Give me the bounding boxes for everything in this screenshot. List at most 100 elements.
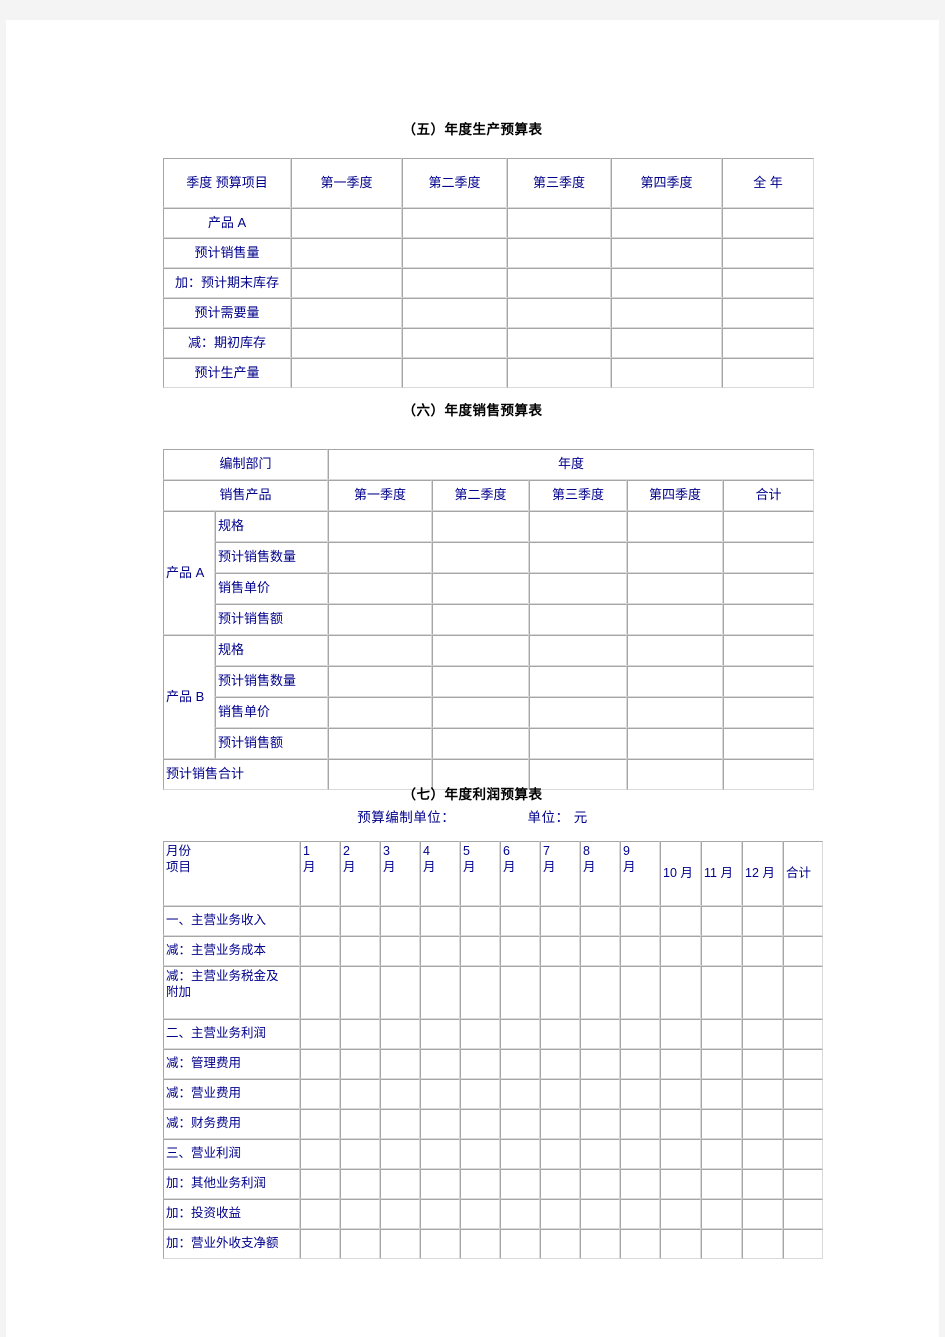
t3-cell-10-6[interactable] bbox=[540, 1229, 580, 1259]
t3-cell-9-1[interactable] bbox=[340, 1199, 380, 1229]
t3-cell-8-5[interactable] bbox=[500, 1169, 540, 1199]
t3-cell-1-5[interactable] bbox=[500, 936, 540, 966]
t1-cell-4-1[interactable] bbox=[402, 328, 507, 358]
t3-cell-0-11[interactable] bbox=[742, 906, 783, 936]
t2-cell-b1-0[interactable] bbox=[328, 666, 433, 697]
t3-cell-2-5[interactable] bbox=[500, 966, 540, 1019]
t3-cell-9-11[interactable] bbox=[742, 1199, 783, 1229]
t2-cell-b2-2[interactable] bbox=[529, 697, 628, 728]
t3-cell-7-12[interactable] bbox=[783, 1139, 823, 1169]
t3-cell-8-6[interactable] bbox=[540, 1169, 580, 1199]
t3-cell-6-0[interactable] bbox=[300, 1109, 340, 1139]
t3-cell-3-2[interactable] bbox=[380, 1019, 420, 1049]
t3-cell-0-6[interactable] bbox=[540, 906, 580, 936]
t2-cell-a1-4[interactable] bbox=[723, 542, 815, 573]
t1-cell-5-2[interactable] bbox=[507, 358, 611, 388]
t2-cell-a2-3[interactable] bbox=[627, 573, 724, 604]
t3-cell-7-1[interactable] bbox=[340, 1139, 380, 1169]
t3-cell-6-5[interactable] bbox=[500, 1109, 540, 1139]
t3-cell-5-2[interactable] bbox=[380, 1079, 420, 1109]
t3-cell-4-2[interactable] bbox=[380, 1049, 420, 1079]
t3-cell-7-10[interactable] bbox=[701, 1139, 742, 1169]
t3-cell-5-10[interactable] bbox=[701, 1079, 742, 1109]
t3-cell-4-9[interactable] bbox=[660, 1049, 701, 1079]
t3-cell-9-2[interactable] bbox=[380, 1199, 420, 1229]
t2-cell-b3-1[interactable] bbox=[432, 728, 530, 759]
t2-cell-a1-2[interactable] bbox=[529, 542, 628, 573]
t3-cell-2-4[interactable] bbox=[460, 966, 500, 1019]
t2-cell-b0-3[interactable] bbox=[627, 635, 724, 666]
t3-cell-2-12[interactable] bbox=[783, 966, 823, 1019]
t3-cell-5-4[interactable] bbox=[460, 1079, 500, 1109]
t2-cell-b2-0[interactable] bbox=[328, 697, 433, 728]
t3-cell-2-1[interactable] bbox=[340, 966, 380, 1019]
t3-cell-9-10[interactable] bbox=[701, 1199, 742, 1229]
t3-cell-3-7[interactable] bbox=[580, 1019, 620, 1049]
t2-cell-b3-4[interactable] bbox=[723, 728, 815, 759]
t3-cell-0-3[interactable] bbox=[420, 906, 460, 936]
t3-cell-1-8[interactable] bbox=[620, 936, 660, 966]
t2-cell-a3-2[interactable] bbox=[529, 604, 628, 635]
t1-cell-0-4[interactable] bbox=[722, 208, 814, 238]
t3-cell-4-5[interactable] bbox=[500, 1049, 540, 1079]
t3-cell-8-11[interactable] bbox=[742, 1169, 783, 1199]
t3-cell-4-11[interactable] bbox=[742, 1049, 783, 1079]
t3-cell-5-11[interactable] bbox=[742, 1079, 783, 1109]
t2-cell-a2-4[interactable] bbox=[723, 573, 815, 604]
t1-cell-1-3[interactable] bbox=[611, 238, 722, 268]
t3-cell-5-9[interactable] bbox=[660, 1079, 701, 1109]
t3-cell-10-2[interactable] bbox=[380, 1229, 420, 1259]
t3-cell-4-6[interactable] bbox=[540, 1049, 580, 1079]
t1-cell-3-1[interactable] bbox=[402, 298, 507, 328]
t3-cell-5-7[interactable] bbox=[580, 1079, 620, 1109]
t1-cell-0-0[interactable] bbox=[291, 208, 402, 238]
t3-cell-9-9[interactable] bbox=[660, 1199, 701, 1229]
t2-cell-b0-1[interactable] bbox=[432, 635, 530, 666]
t2-cell-b0-0[interactable] bbox=[328, 635, 433, 666]
t2-cell-b2-3[interactable] bbox=[627, 697, 724, 728]
t3-cell-1-2[interactable] bbox=[380, 936, 420, 966]
t3-cell-0-0[interactable] bbox=[300, 906, 340, 936]
t3-cell-8-12[interactable] bbox=[783, 1169, 823, 1199]
t3-cell-3-9[interactable] bbox=[660, 1019, 701, 1049]
t3-cell-3-10[interactable] bbox=[701, 1019, 742, 1049]
t3-cell-9-8[interactable] bbox=[620, 1199, 660, 1229]
t2-cell-b3-2[interactable] bbox=[529, 728, 628, 759]
t1-cell-5-0[interactable] bbox=[291, 358, 402, 388]
t3-cell-9-7[interactable] bbox=[580, 1199, 620, 1229]
t3-cell-9-6[interactable] bbox=[540, 1199, 580, 1229]
t2-cell-a0-1[interactable] bbox=[432, 511, 530, 542]
t1-cell-5-1[interactable] bbox=[402, 358, 507, 388]
t3-cell-2-8[interactable] bbox=[620, 966, 660, 1019]
t3-cell-4-8[interactable] bbox=[620, 1049, 660, 1079]
t3-cell-0-2[interactable] bbox=[380, 906, 420, 936]
t2-cell-a0-4[interactable] bbox=[723, 511, 815, 542]
t3-cell-4-3[interactable] bbox=[420, 1049, 460, 1079]
t3-cell-2-10[interactable] bbox=[701, 966, 742, 1019]
t3-cell-8-2[interactable] bbox=[380, 1169, 420, 1199]
t2-cell-a0-3[interactable] bbox=[627, 511, 724, 542]
t3-cell-2-9[interactable] bbox=[660, 966, 701, 1019]
t2-cell-b3-0[interactable] bbox=[328, 728, 433, 759]
t3-cell-9-3[interactable] bbox=[420, 1199, 460, 1229]
t3-cell-3-5[interactable] bbox=[500, 1019, 540, 1049]
t3-cell-10-9[interactable] bbox=[660, 1229, 701, 1259]
t3-cell-5-0[interactable] bbox=[300, 1079, 340, 1109]
t3-cell-4-12[interactable] bbox=[783, 1049, 823, 1079]
t3-cell-9-12[interactable] bbox=[783, 1199, 823, 1229]
t1-cell-3-3[interactable] bbox=[611, 298, 722, 328]
t3-cell-5-8[interactable] bbox=[620, 1079, 660, 1109]
t1-cell-3-2[interactable] bbox=[507, 298, 611, 328]
t2-cell-b0-2[interactable] bbox=[529, 635, 628, 666]
t2-cell-a1-0[interactable] bbox=[328, 542, 433, 573]
t3-cell-6-9[interactable] bbox=[660, 1109, 701, 1139]
t3-cell-7-6[interactable] bbox=[540, 1139, 580, 1169]
t3-cell-0-9[interactable] bbox=[660, 906, 701, 936]
t1-cell-4-0[interactable] bbox=[291, 328, 402, 358]
t1-cell-0-1[interactable] bbox=[402, 208, 507, 238]
t3-cell-5-5[interactable] bbox=[500, 1079, 540, 1109]
t2-cell-b3-3[interactable] bbox=[627, 728, 724, 759]
t1-cell-1-0[interactable] bbox=[291, 238, 402, 268]
t3-cell-6-4[interactable] bbox=[460, 1109, 500, 1139]
t1-cell-4-4[interactable] bbox=[722, 328, 814, 358]
